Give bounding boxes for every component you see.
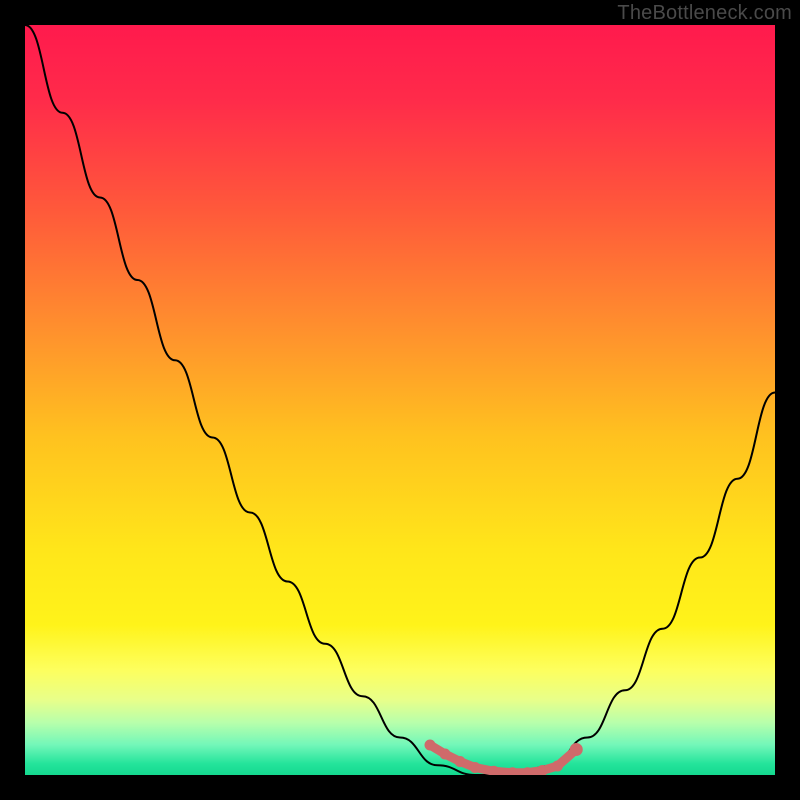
fit-marker-dot	[455, 756, 466, 767]
fit-marker-dot	[570, 743, 583, 756]
outer-frame: TheBottleneck.com	[0, 0, 800, 800]
fit-marker-dot	[470, 762, 481, 773]
plot-area	[25, 25, 775, 775]
gradient-background	[25, 25, 775, 775]
fit-marker-dot	[440, 749, 451, 760]
bottleneck-plot	[25, 25, 775, 775]
watermark-text: TheBottleneck.com	[617, 2, 792, 25]
fit-marker-dot	[552, 761, 563, 772]
fit-marker-dot	[425, 740, 436, 751]
